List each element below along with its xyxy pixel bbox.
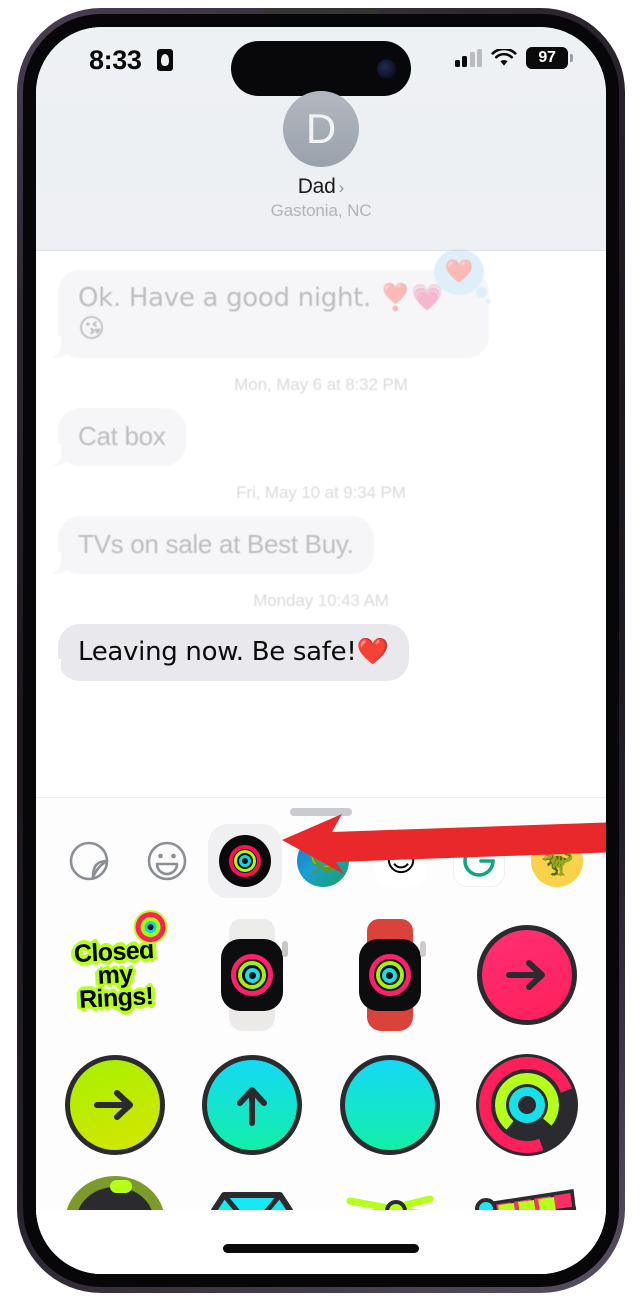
tapback-reaction[interactable]: ❤️ [434, 249, 491, 304]
sticker-apple-watch-white[interactable] [193, 916, 311, 1034]
arrow-right-icon [93, 1090, 133, 1120]
apple-watch-white-glyph [221, 919, 289, 1031]
sticker-cyan-circle-up-arrow[interactable] [193, 1046, 311, 1164]
message-list[interactable]: Ok. Have a good night. ❣️💗😘 ❤️ Mon, May … [36, 249, 606, 797]
phone-frame: 8:33 97 D Dad › Gastonia, NC Ok. Have a … [17, 8, 625, 1293]
imessage-app-drawer[interactable]: 🌿 😍 🦖 Closed my Rings! [36, 797, 606, 1274]
dino-app-icon[interactable]: 🦖 [520, 824, 594, 898]
smiley-glyph [147, 841, 187, 881]
green-circle-glyph [64, 1055, 165, 1155]
message-bubble[interactable]: Leaving now. Be safe!❤️ [49, 623, 409, 682]
message-timestamp: Mon, May 6 at 8:32 PM [234, 375, 408, 395]
message-bubble[interactable]: Cat box [49, 408, 186, 467]
message-row[interactable]: TVs on sale at Best Buy. [36, 516, 606, 574]
message-bubble[interactable]: Ok. Have a good night. ❣️💗😘 [48, 270, 490, 359]
message-timestamp: Fri, May 10 at 9:34 PM [236, 483, 406, 503]
grammarly-app-icon[interactable] [442, 824, 516, 898]
arrow-up-icon [237, 1087, 268, 1126]
contact-location: Gastonia, NC [270, 201, 372, 220]
sticker-closed-my-rings[interactable]: Closed my Rings! [53, 911, 177, 1037]
apple-watch-red-glyph [358, 919, 426, 1031]
message-row[interactable]: Cat box [36, 408, 606, 467]
cyan-circle-plain-glyph [339, 1055, 440, 1155]
contact-name-row[interactable]: Dad › [298, 175, 345, 199]
wifi-icon [491, 48, 517, 66]
phone-screen: 8:33 97 D Dad › Gastonia, NC Ok. Have a … [36, 27, 606, 1274]
sticker-cyan-circle-plain[interactable] [331, 1046, 449, 1164]
drawer-grabber-handle[interactable] [290, 808, 352, 816]
sticker-activity-rings[interactable] [463, 1041, 592, 1169]
activity-rings-app-icon[interactable] [208, 824, 282, 898]
emoji-smiley-icon[interactable] [130, 824, 204, 898]
photos-glyph: 🌿 [297, 835, 349, 887]
avatar[interactable]: D [283, 91, 359, 167]
memoji-app-icon[interactable]: 😍 [364, 824, 438, 898]
message-bubble[interactable]: TVs on sale at Best Buy. [49, 516, 374, 574]
grammarly-g-glyph [463, 845, 495, 877]
chevron-right-icon: › [338, 177, 345, 197]
contact-header[interactable]: D Dad › Gastonia, NC [36, 91, 606, 221]
cellular-signal-icon [454, 49, 482, 67]
grammarly-glyph [453, 835, 505, 887]
phone-bezel: 8:33 97 D Dad › Gastonia, NC Ok. Have a … [23, 14, 619, 1287]
sticker-peel-glyph [69, 841, 109, 881]
sticker-pink-circle-right-arrow[interactable] [468, 916, 586, 1034]
battery-level-text: 97 [538, 49, 556, 66]
pink-circle-glyph [477, 925, 578, 1025]
closed-rings-text: Closed my Rings! [73, 935, 156, 1014]
message-row[interactable]: Leaving now. Be safe!❤️ [36, 623, 606, 682]
tapback-dot-large [476, 287, 487, 298]
heart-icon: ❤️ [444, 258, 474, 285]
sticker-apple-watch-red[interactable] [331, 916, 449, 1034]
dino-glyph: 🦖 [531, 835, 583, 887]
front-camera-icon [377, 59, 396, 78]
status-bar: 8:33 97 [36, 27, 606, 96]
cyan-circle-glyph [202, 1055, 303, 1155]
app-icon-row[interactable]: 🌿 😍 🦖 [36, 824, 606, 898]
message-timestamp: Monday 10:43 AM [253, 590, 389, 610]
photos-app-icon[interactable]: 🌿 [286, 824, 360, 898]
closed-rings-line3: Rings! [78, 981, 154, 1014]
arrow-right-icon [506, 960, 546, 990]
messages-header-area: 8:33 97 D Dad › Gastonia, NC [36, 27, 606, 251]
activity-rings-glyph [219, 835, 271, 887]
status-indicators: 97 [454, 47, 573, 69]
home-indicator[interactable] [223, 1244, 419, 1253]
activity-rings-glyph [463, 1041, 592, 1169]
message-row[interactable]: Ok. Have a good night. ❣️💗😘 ❤️ [36, 249, 606, 359]
sticker-peel-icon[interactable] [52, 824, 126, 898]
focus-person-icon [157, 49, 173, 71]
sticker-green-circle-right-arrow[interactable] [56, 1046, 174, 1164]
contact-name: Dad [297, 175, 336, 198]
battery-indicator: 97 [526, 47, 573, 69]
tapback-dot-small [486, 299, 491, 304]
memoji-glyph: 😍 [375, 835, 427, 887]
bottom-safe-area [36, 1210, 606, 1274]
status-time: 8:33 [89, 45, 142, 75]
red-app-icon[interactable]: 😺 [598, 824, 606, 898]
dynamic-island [231, 41, 411, 96]
